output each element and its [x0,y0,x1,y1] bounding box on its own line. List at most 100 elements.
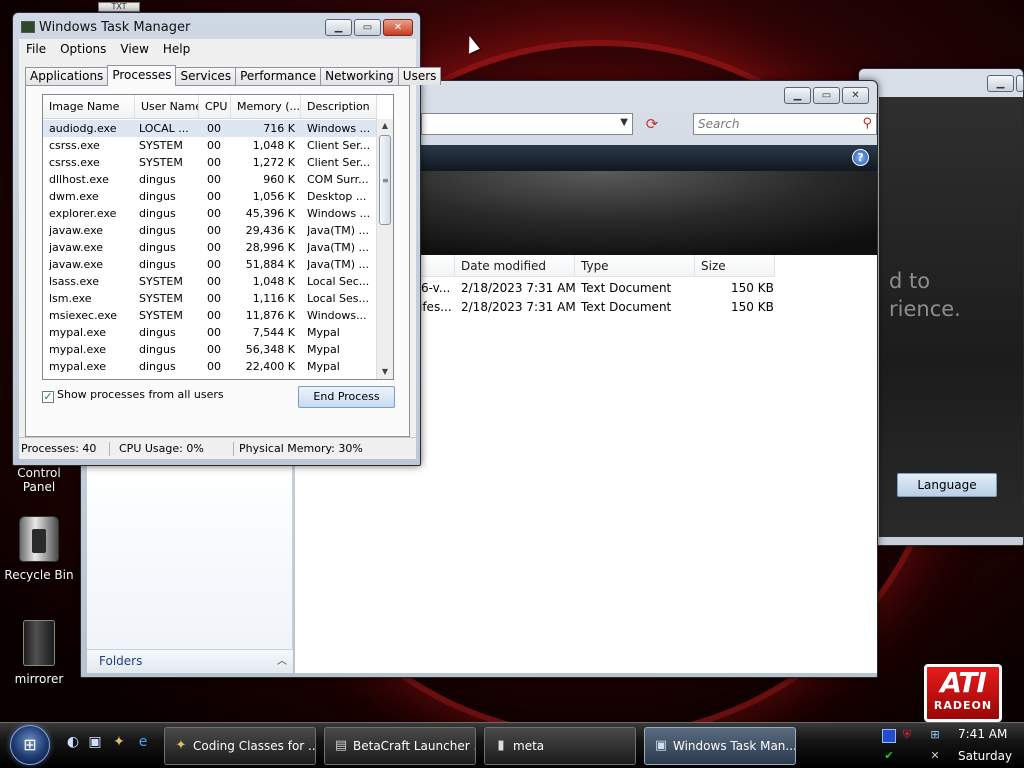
task-manager-icon [21,21,35,33]
maximize-button[interactable]: ▭ [813,87,840,104]
close-button[interactable]: ✕ [383,19,413,36]
taskbar-button-task-manager[interactable]: ▣ Windows Task Man... [644,727,796,765]
process-cpu: 00 [207,343,221,356]
tab-services[interactable]: Services [175,67,237,85]
status-divider [233,442,234,456]
welcome-text-line2: rience. [889,297,961,321]
process-row[interactable]: explorer.exe dingus 00 45,396 K Windows ... [43,205,377,222]
close-button[interactable]: ✕ [842,87,869,104]
search-icon[interactable]: ⚲ [862,114,872,134]
show-desktop-icon[interactable]: ◐ [64,733,82,751]
search-input[interactable]: Search ⚲ [693,113,877,135]
switch-windows-icon[interactable]: ▣ [86,733,104,751]
column-header-memory[interactable]: Memory (... [231,95,301,119]
taskbar-button-betacraft[interactable]: ▤ BetaCraft Launcher ... [324,727,476,765]
column-header-cpu[interactable]: CPU [199,95,231,119]
scrollbar-thumb[interactable]: ≡ [379,135,391,225]
menu-options[interactable]: Options [53,39,113,59]
minimize-button[interactable]: ▁ [325,19,352,36]
security-shield-icon[interactable]: ⛨ [900,728,914,742]
process-row[interactable]: lsass.exe SYSTEM 00 1,048 K Local Sec... [43,273,377,290]
refresh-icon[interactable]: ⟳ [639,115,665,133]
process-row[interactable]: javaw.exe dingus 00 28,996 K Java(TM) ... [43,239,377,256]
process-user: SYSTEM [139,139,183,152]
address-bar[interactable]: ▼ [421,113,633,135]
help-icon[interactable]: ? [852,149,869,166]
process-row[interactable]: mypal.exe dingus 00 56,348 K Mypal [43,341,377,358]
chevron-down-icon[interactable]: ▼ [620,117,628,128]
taskbar-button-meta[interactable]: ▮ meta [484,727,636,765]
column-header-size[interactable]: Size [695,255,775,277]
language-button[interactable]: Language [897,473,997,497]
status-processes: Processes: 40 [21,442,97,455]
start-button[interactable]: ⊞ [10,725,50,765]
show-all-processes-checkbox[interactable]: ✓ Show processes from all users [42,388,224,403]
process-row[interactable]: javaw.exe dingus 00 51,884 K Java(TM) ... [43,256,377,273]
process-row[interactable]: msiexec.exe SYSTEM 00 11,876 K Windows... [43,307,377,324]
process-row[interactable]: dllhost.exe dingus 00 960 K COM Surr... [43,171,377,188]
maximize-button[interactable] [1016,75,1024,92]
network-icon[interactable]: ⊞ [928,728,942,742]
scroll-down-icon[interactable]: ▼ [377,365,393,379]
tab-networking[interactable]: Networking [320,67,399,85]
tab-users[interactable]: Users [397,67,442,85]
process-desc: Desktop ... [307,190,367,203]
process-row[interactable]: mypal.exe dingus 00 22,400 K Mypal [43,358,377,375]
internet-explorer-icon[interactable]: e [134,733,152,751]
clock-time[interactable]: 7:41 AM [958,727,1007,741]
checkbox-checked-icon[interactable]: ✓ [42,391,54,403]
clock-day[interactable]: Saturday [958,749,1012,763]
process-row[interactable]: audiodg.exe LOCAL ... 00 716 K Windows ... [43,120,377,137]
column-header-description[interactable]: Description [301,95,377,119]
column-header-image-name[interactable]: Image Name [43,95,135,119]
show-all-label: Show processes from all users [57,388,224,401]
process-row[interactable]: lsm.exe SYSTEM 00 1,116 K Local Ses... [43,290,377,307]
background-window[interactable]: ▁ d to rience. Language [858,68,1024,546]
folders-toggle[interactable]: Folders ︿ [87,649,293,673]
process-row[interactable]: javaw.exe dingus 00 29,436 K Java(TM) ... [43,222,377,239]
menu-file[interactable]: File [19,39,53,59]
process-row[interactable]: mypal.exe dingus 00 7,544 K Mypal [43,324,377,341]
process-user: SYSTEM [139,309,183,322]
process-row[interactable]: csrss.exe SYSTEM 00 1,272 K Client Ser... [43,154,377,171]
process-image: dllhost.exe [49,173,109,186]
chevron-up-icon[interactable]: ︿ [277,650,287,673]
tab-processes[interactable]: Processes [107,65,177,86]
process-mem: 45,396 K [245,207,295,220]
process-mem: 56,348 K [245,343,295,356]
process-mem: 22,400 K [245,360,295,373]
process-user: LOCAL ... [139,122,189,135]
process-row[interactable]: dwm.exe dingus 00 1,056 K Desktop ... [43,188,377,205]
desktop-icon-recycle-bin[interactable]: Recycle Bin [0,516,78,582]
process-row[interactable]: csrss.exe SYSTEM 00 1,048 K Client Ser... [43,137,377,154]
process-list[interactable]: Image Name User Name CPU Memory (... Des… [42,94,394,380]
menu-view[interactable]: View [113,39,155,59]
process-cpu: 00 [207,275,221,288]
maximize-button[interactable]: ▭ [354,19,381,36]
process-mem: 7,544 K [252,326,295,339]
menu-help[interactable]: Help [156,39,197,59]
safely-remove-icon[interactable]: ✔ [882,749,896,763]
tab-applications[interactable]: Applications [25,67,109,85]
minimize-button[interactable]: ▁ [784,87,811,104]
volume-muted-icon[interactable]: ✕ [928,749,942,763]
column-header-user-name[interactable]: User Name [135,95,199,119]
media-player-icon[interactable]: ✦ [110,733,128,751]
desktop-icon-control-panel[interactable]: Control Panel [0,466,78,494]
column-header-date[interactable]: Date modified [455,255,575,277]
taskbar-button-coding-classes[interactable]: ✦ Coding Classes for ... [164,727,316,765]
column-header-type[interactable]: Type [575,255,695,277]
task-manager-window[interactable]: Windows Task Manager ▁ ▭ ✕ File Options … [12,12,442,466]
launcher-icon: ▤ [334,738,348,753]
vertical-scrollbar[interactable]: ▲ ≡ ▼ [376,119,393,379]
scroll-up-icon[interactable]: ▲ [377,119,393,133]
end-process-button[interactable]: End Process [298,386,395,408]
process-image: msiexec.exe [49,309,118,322]
tab-performance[interactable]: Performance [235,67,322,85]
process-image: mypal.exe [49,326,107,339]
process-user: dingus [139,343,176,356]
process-image: csrss.exe [49,139,100,152]
tray-app-icon[interactable] [882,729,896,743]
minimize-button[interactable]: ▁ [987,75,1014,92]
desktop-icon-mirrorer[interactable]: mirrorer [0,620,78,686]
